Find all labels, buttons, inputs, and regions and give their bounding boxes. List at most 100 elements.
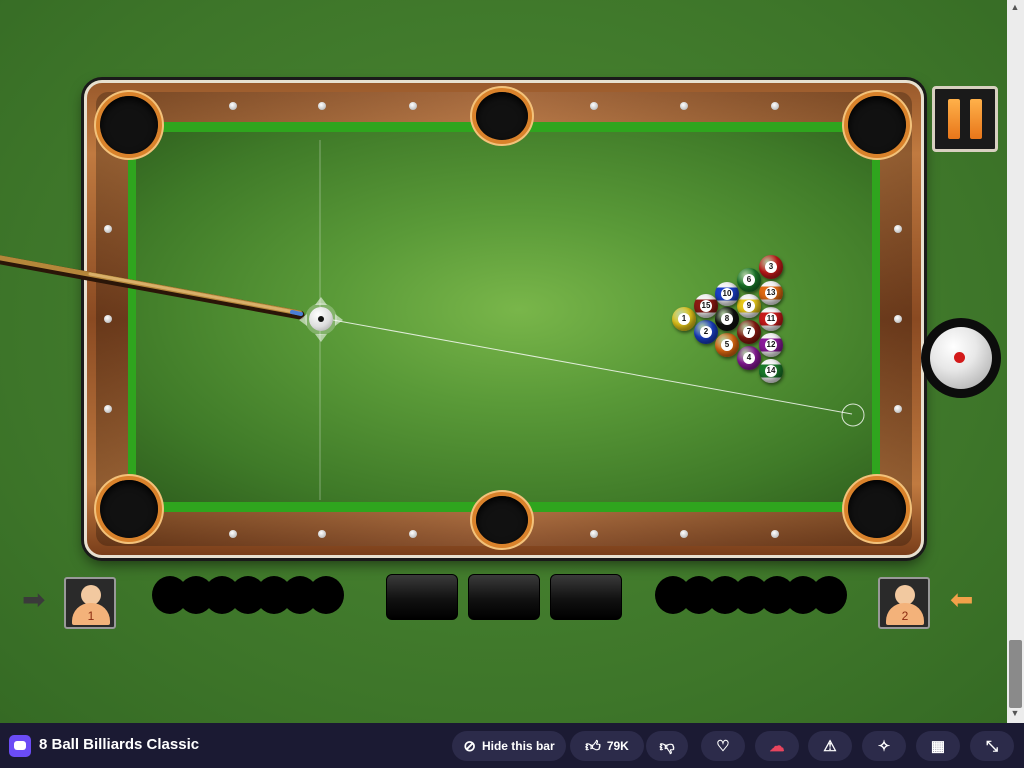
favorite-button[interactable]: ♡: [701, 731, 745, 761]
thumbs-up-icon: 👍︎: [585, 737, 601, 755]
rail-diamond: [318, 530, 326, 538]
rail-diamond: [409, 530, 417, 538]
ball-number: 10: [721, 288, 733, 300]
rail-diamond: [894, 225, 902, 233]
pocket-top-right: [848, 96, 906, 154]
ball-12: 12: [759, 333, 783, 357]
rail-diamond: [680, 530, 688, 538]
ball-number: 11: [765, 313, 777, 325]
ball-5: 5: [715, 333, 739, 357]
ball-slot: [308, 576, 344, 614]
ball-10: 10: [715, 282, 739, 306]
ball-15: 15: [694, 294, 718, 318]
scroll-down-icon[interactable]: ▼: [1010, 708, 1020, 718]
arrow-right-icon: ⬅: [950, 584, 974, 615]
ball-number: 6: [743, 274, 755, 286]
ball-11: 11: [759, 307, 783, 331]
qr-icon: ▦: [930, 737, 946, 755]
heart-icon: ♡: [716, 737, 730, 755]
dislike-button[interactable]: 👎︎: [646, 731, 688, 761]
rail-diamond: [894, 405, 902, 413]
puzzle-icon: ✧: [877, 737, 891, 755]
ball-9: 9: [737, 294, 761, 318]
pocket-top-left: [100, 96, 158, 154]
rail-diamond: [104, 405, 112, 413]
ball-13: 13: [759, 281, 783, 305]
fullscreen-button[interactable]: ⤡: [970, 731, 1014, 761]
ball-14: 14: [759, 359, 783, 383]
spin-point-marker[interactable]: [954, 352, 965, 363]
pause-icon-bar: [970, 99, 982, 139]
rail-diamond: [104, 225, 112, 233]
thumbs-down-icon: 👎︎: [659, 737, 675, 755]
cue-ball[interactable]: [309, 307, 333, 331]
ball-number: 13: [765, 287, 777, 299]
avatar-head: [895, 585, 915, 605]
rail-diamond: [229, 530, 237, 538]
pocketed-slot-1: [386, 574, 458, 620]
ball-4: 4: [737, 346, 761, 370]
ball-6: 6: [737, 268, 761, 292]
player-2-label: 2: [886, 603, 924, 625]
rail-diamond: [771, 102, 779, 110]
rail-diamond: [590, 102, 598, 110]
embed-button[interactable]: ✧: [862, 731, 906, 761]
ball-slot: [811, 576, 847, 614]
cloud-icon: ☁: [769, 737, 785, 755]
rail-diamond: [318, 102, 326, 110]
pocket-bottom-middle: [476, 496, 528, 544]
pocket-top-middle: [476, 92, 528, 140]
ball-number: 8: [721, 313, 733, 325]
scrollbar-track[interactable]: [1007, 0, 1024, 723]
like-count: 79K: [606, 739, 629, 753]
pause-icon: [948, 99, 960, 139]
ball-number: 14: [765, 365, 777, 377]
pocketed-slot-3: [550, 574, 622, 620]
scrollbar-thumb[interactable]: [1009, 640, 1022, 708]
rail-diamond: [104, 315, 112, 323]
hide-bar-button[interactable]: ⊘ Hide this bar: [452, 731, 566, 761]
player-2-card: 2: [878, 577, 930, 629]
ball-2: 2: [694, 320, 718, 344]
like-button[interactable]: 👍︎ 79K: [570, 731, 644, 761]
player-2-ball-tray: [655, 576, 847, 616]
rail-diamond: [229, 102, 237, 110]
arrow-left-icon: ➡: [22, 584, 46, 615]
ball-1: 1: [672, 307, 696, 331]
rail-diamond: [409, 102, 417, 110]
ball-number: 3: [765, 261, 777, 273]
ball-number: 9: [743, 300, 755, 312]
ball-number: 15: [700, 300, 712, 312]
brand-logo-icon[interactable]: [9, 735, 31, 757]
pocketed-slot-2: [468, 574, 540, 620]
ball-7: 7: [737, 320, 761, 344]
ball-number: 4: [743, 352, 755, 364]
report-button[interactable]: ⚠: [808, 731, 852, 761]
report-icon: ⚠: [823, 737, 837, 755]
game-title: 8 Ball Billiards Classic: [39, 736, 200, 753]
ball-3: 3: [759, 255, 783, 279]
ball-number: 12: [765, 339, 777, 351]
pause-button[interactable]: [932, 86, 998, 152]
qr-button[interactable]: ▦: [916, 731, 960, 761]
cloud-save-button[interactable]: ☁: [755, 731, 799, 761]
rail-diamond: [771, 530, 779, 538]
ball-number: 2: [700, 326, 712, 338]
pocket-bottom-right: [848, 480, 906, 538]
rail-diamond: [894, 315, 902, 323]
ball-number: 7: [743, 326, 755, 338]
avatar-head: [81, 585, 101, 605]
rail-diamond: [590, 530, 598, 538]
player-1-ball-tray: [152, 576, 344, 616]
hide-icon: ⊘: [463, 737, 476, 755]
ball-8: 8: [715, 307, 739, 331]
player-1-label: 1: [72, 603, 110, 625]
ball-number: 5: [721, 339, 733, 351]
player-1-card: 1: [64, 577, 116, 629]
fullscreen-icon: ⤡: [985, 737, 998, 755]
pocket-bottom-left: [100, 480, 158, 538]
hide-bar-label: Hide this bar: [481, 739, 555, 753]
ball-number: 1: [678, 313, 690, 325]
scroll-up-icon[interactable]: ▲: [1010, 2, 1020, 12]
rail-diamond: [680, 102, 688, 110]
